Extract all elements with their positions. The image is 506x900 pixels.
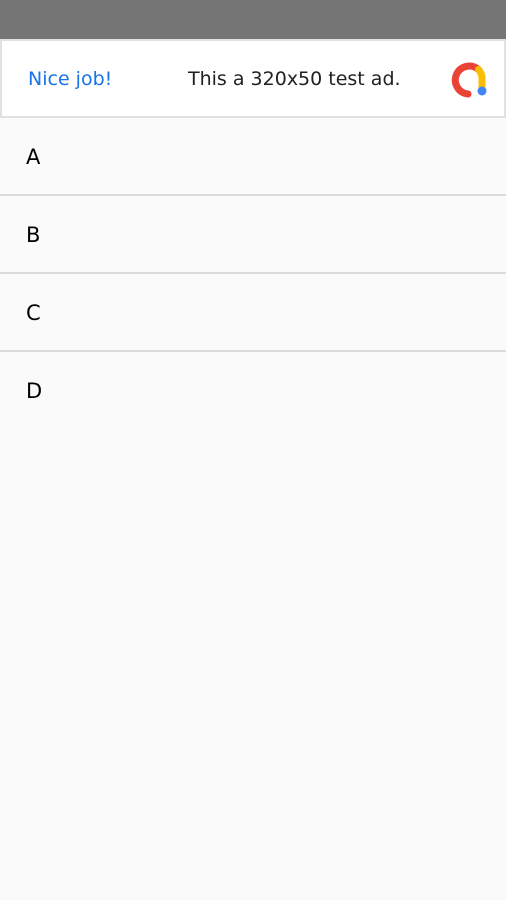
app-screen: Nice job! This a 320x50 test ad. A B C D bbox=[0, 0, 506, 900]
admob-logo-icon[interactable] bbox=[448, 60, 488, 100]
ad-headline[interactable]: Nice job! bbox=[28, 65, 112, 93]
list-item-label: C bbox=[26, 301, 41, 325]
list-item[interactable]: B bbox=[0, 196, 506, 274]
test-ad-banner[interactable]: Nice job! This a 320x50 test ad. bbox=[0, 39, 506, 118]
list-item[interactable]: D bbox=[0, 352, 506, 430]
item-list: A B C D bbox=[0, 118, 506, 430]
ad-body-text: This a 320x50 test ad. bbox=[188, 68, 401, 90]
list-item[interactable]: A bbox=[0, 118, 506, 196]
list-item-label: B bbox=[26, 223, 41, 247]
list-item-label: D bbox=[26, 379, 43, 403]
list-item[interactable]: C bbox=[0, 274, 506, 352]
list-item-label: A bbox=[26, 145, 41, 169]
status-bar bbox=[0, 0, 506, 39]
